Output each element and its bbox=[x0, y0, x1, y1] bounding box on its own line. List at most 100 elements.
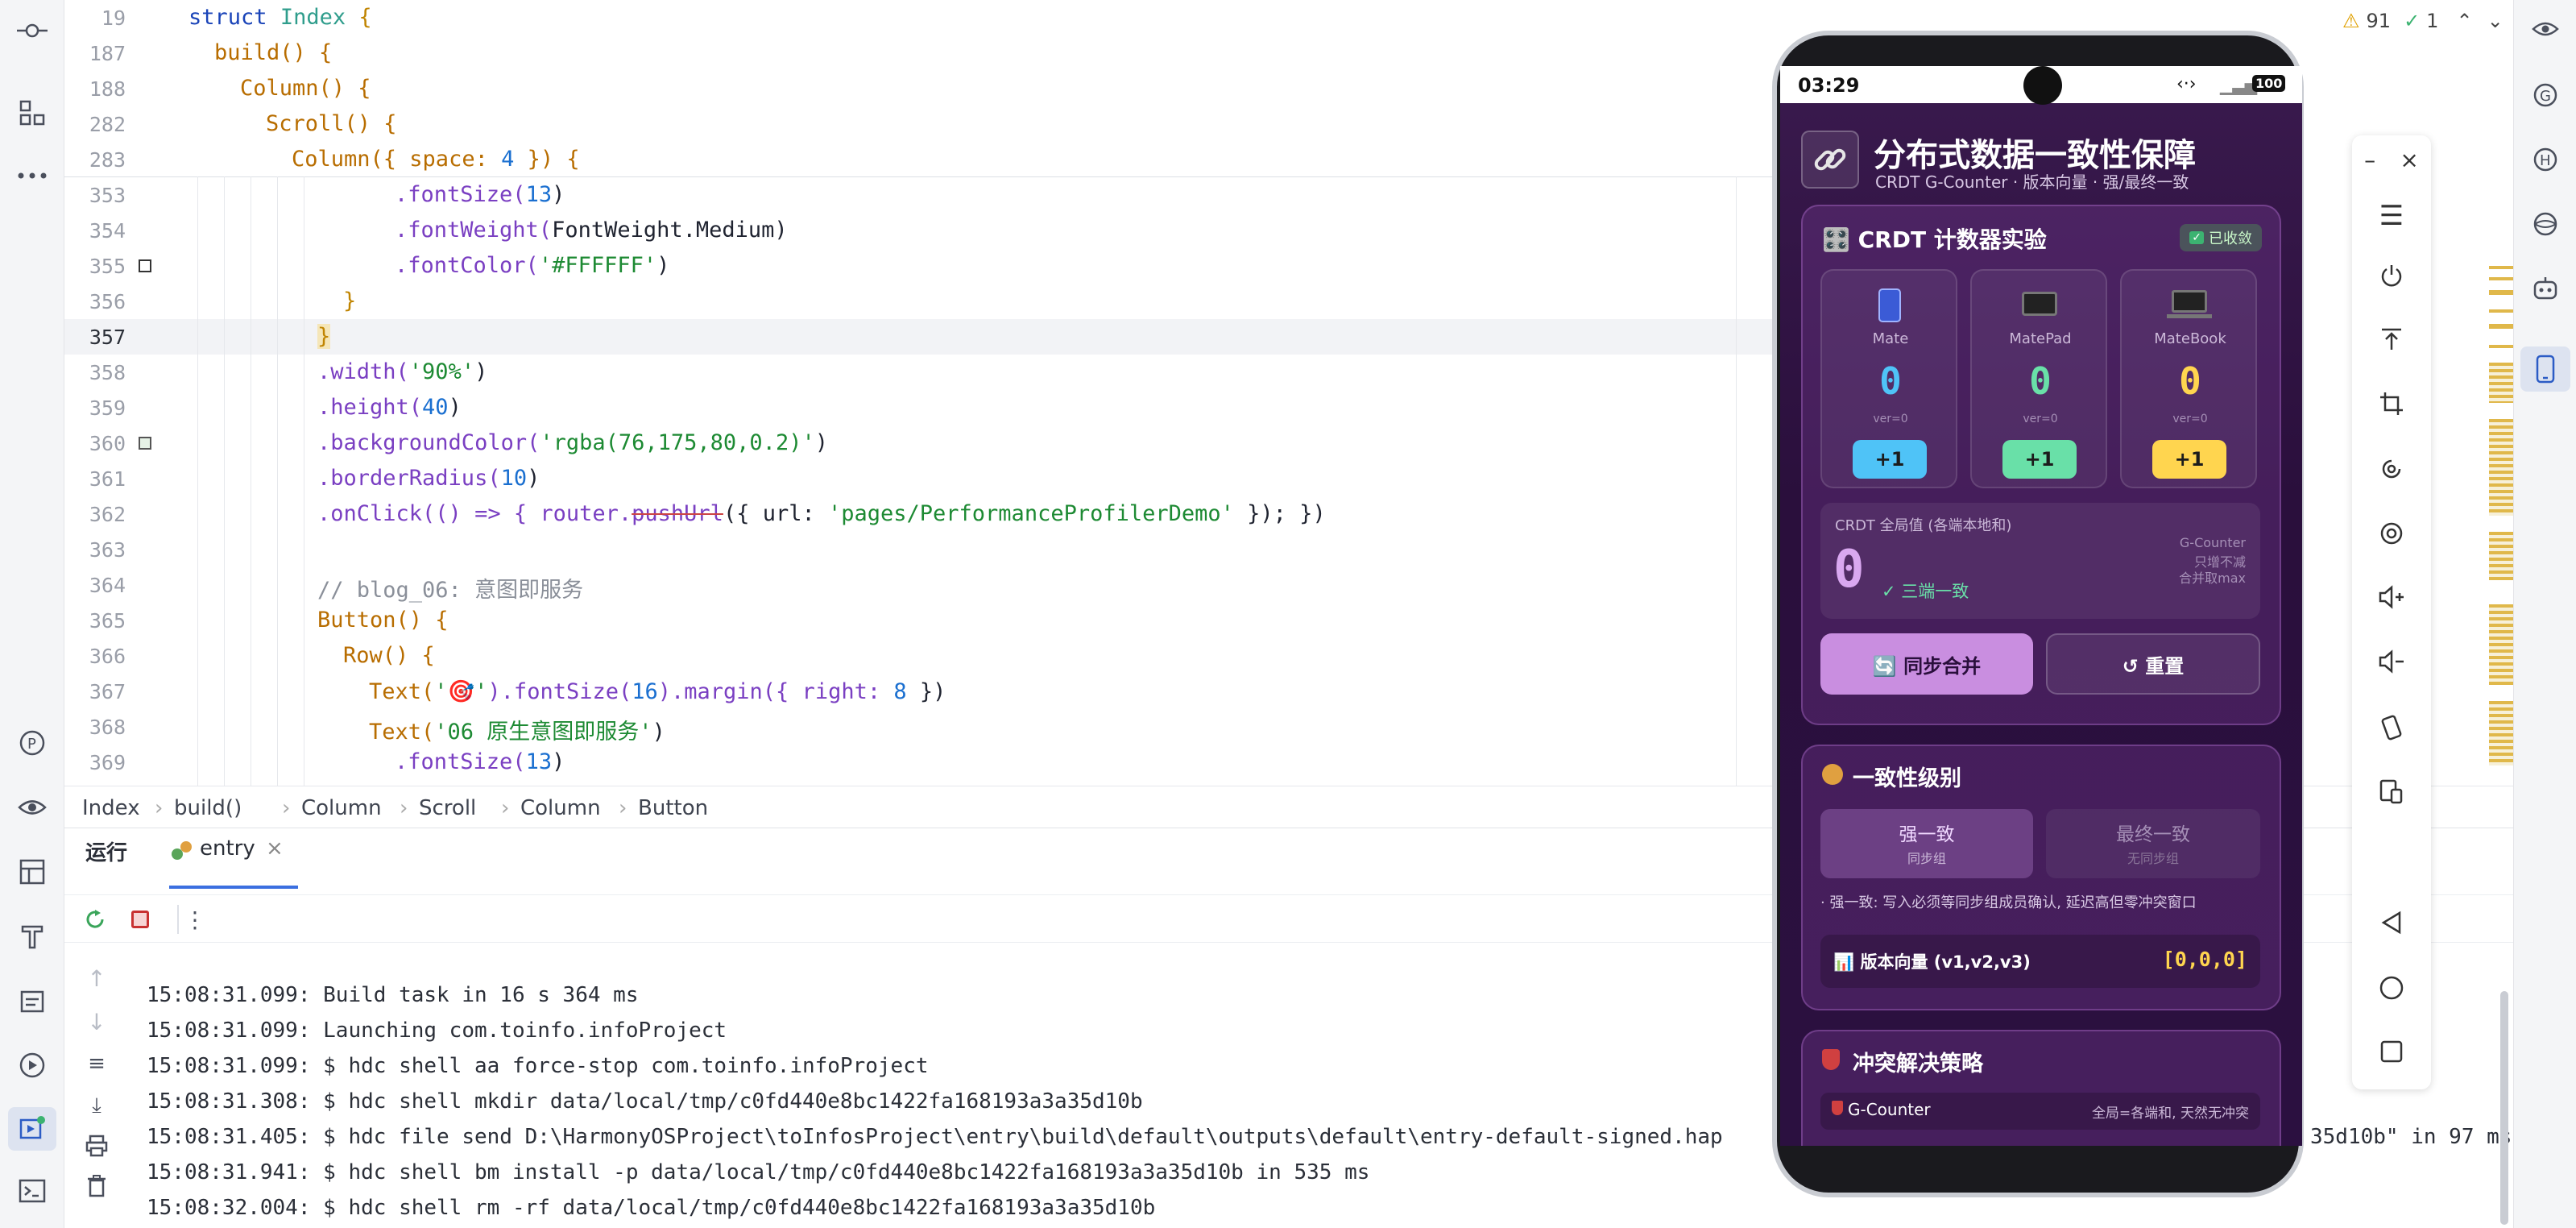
rotate-icon[interactable] bbox=[2352, 456, 2431, 482]
breadcrumb-item[interactable]: Column bbox=[520, 796, 601, 820]
services-icon[interactable] bbox=[11, 1048, 53, 1083]
scroll-up-icon[interactable]: ↑ bbox=[81, 964, 113, 993]
home-icon[interactable] bbox=[2352, 975, 2431, 1001]
svg-text:H: H bbox=[2540, 152, 2551, 169]
line-number: 188 bbox=[89, 77, 126, 101]
line-number: 365 bbox=[89, 609, 126, 633]
crop-icon[interactable] bbox=[2352, 392, 2431, 416]
preview-icon[interactable] bbox=[2524, 13, 2567, 45]
run-tool-icon[interactable] bbox=[8, 1107, 56, 1151]
reset-button[interactable]: ↺ 重置 bbox=[2046, 633, 2260, 695]
conflict-row-label: G-Counter bbox=[1848, 1100, 1931, 1119]
stop-icon[interactable] bbox=[126, 905, 155, 934]
close-icon[interactable]: × bbox=[2400, 147, 2418, 173]
code-token: '06 原生意图即服务' bbox=[434, 720, 652, 745]
structure-icon[interactable] bbox=[11, 95, 53, 131]
device-manager-icon[interactable] bbox=[2520, 346, 2570, 392]
code-token: } bbox=[343, 288, 357, 313]
terminal-icon[interactable] bbox=[11, 1173, 53, 1209]
minimap[interactable] bbox=[2489, 266, 2513, 765]
line-number: 355 bbox=[89, 255, 126, 278]
build-icon[interactable] bbox=[11, 919, 53, 954]
increment-mate-button[interactable]: +1 bbox=[1853, 440, 1927, 479]
breadcrumb-item[interactable]: Scroll bbox=[419, 796, 476, 820]
ok-count: 1 bbox=[2426, 10, 2439, 32]
increment-matebook-button[interactable]: +1 bbox=[2152, 440, 2226, 479]
device-name: Mate bbox=[1872, 330, 1909, 347]
device-counter: 0 bbox=[2029, 359, 2052, 403]
ai-assistant-icon[interactable] bbox=[2524, 271, 2567, 306]
code-token: Text( bbox=[369, 679, 435, 704]
print-icon[interactable] bbox=[81, 1131, 113, 1160]
chevron-down-icon[interactable]: ⌄ bbox=[2487, 10, 2504, 32]
power-icon[interactable] bbox=[2352, 263, 2431, 288]
more-icon[interactable] bbox=[11, 160, 53, 192]
code-token: .fontSize( bbox=[395, 182, 526, 207]
conflict-title: 冲突解决策略 bbox=[1853, 1052, 1983, 1077]
inspect-icon[interactable] bbox=[11, 790, 53, 825]
soft-wrap-icon[interactable]: ≡ bbox=[81, 1049, 113, 1078]
todo-icon[interactable] bbox=[11, 983, 53, 1018]
conflict-row-value: 全局=各端和, 天然无冲突 bbox=[2091, 1106, 2249, 1122]
tab-entry[interactable]: entry bbox=[200, 836, 255, 861]
device-counter: 0 bbox=[1879, 359, 1902, 403]
line-number: 364 bbox=[89, 574, 126, 597]
breadcrumb-item[interactable]: build() bbox=[174, 796, 242, 820]
layout-icon[interactable] bbox=[11, 854, 53, 890]
globe-icon[interactable] bbox=[2524, 206, 2567, 242]
harmony-plugin-icon[interactable]: H bbox=[2524, 142, 2567, 177]
line-number: 362 bbox=[89, 503, 126, 526]
link-icon bbox=[1801, 131, 1859, 189]
shield-icon bbox=[1822, 1049, 1840, 1070]
line-number: 363 bbox=[89, 538, 126, 562]
svg-text:G: G bbox=[2540, 88, 2551, 105]
eventual-consistency-option[interactable]: 最终一致 无同步组 bbox=[2046, 809, 2260, 878]
close-tab-icon[interactable]: × bbox=[266, 836, 284, 861]
right-activity-bar: G H bbox=[2513, 0, 2576, 1228]
scroll-to-end-icon[interactable]: ⤓ bbox=[81, 1091, 113, 1120]
minimize-icon[interactable]: – bbox=[2364, 147, 2375, 173]
breadcrumb-item[interactable]: Index bbox=[82, 796, 140, 820]
profiler-icon[interactable]: P bbox=[11, 725, 53, 761]
code-token: }) bbox=[906, 679, 946, 704]
back-icon[interactable] bbox=[2352, 911, 2431, 935]
volume-up-icon[interactable] bbox=[2352, 585, 2431, 609]
code-token: 'rgba(76,175,80,0.2)' bbox=[540, 430, 815, 455]
laptop-device-icon bbox=[2172, 290, 2207, 313]
warning-icon: ⚠ bbox=[2342, 10, 2360, 32]
g-plugin-icon[interactable]: G bbox=[2524, 77, 2567, 113]
strong-consistency-option[interactable]: 强一致 同步组 bbox=[1820, 809, 2033, 878]
menu-icon[interactable]: ☰ bbox=[2352, 200, 2431, 232]
rotate-device-icon[interactable] bbox=[2352, 714, 2431, 741]
rerun-icon[interactable] bbox=[81, 905, 110, 934]
recents-icon[interactable] bbox=[2352, 1039, 2431, 1064]
code-token: '#FFFFFF' bbox=[538, 253, 657, 278]
line-number: 367 bbox=[89, 680, 126, 703]
device-name: MateBook bbox=[2154, 330, 2226, 347]
sync-merge-button[interactable]: 🔄 同步合并 bbox=[1820, 633, 2033, 695]
increment-matepad-button[interactable]: +1 bbox=[2002, 440, 2077, 479]
code-token: ) bbox=[448, 395, 462, 420]
color-swatch-icon[interactable] bbox=[139, 437, 151, 450]
tab-run[interactable]: 运行 bbox=[85, 836, 127, 866]
phone-screen[interactable]: 03:29 ‹·› ▁▃▅ 100 分布式数据一致性保障 CRDT G-Coun… bbox=[1780, 66, 2302, 1146]
chevron-up-icon[interactable]: ⌃ bbox=[2456, 10, 2472, 32]
volume-down-icon[interactable] bbox=[2352, 649, 2431, 674]
commit-icon[interactable] bbox=[11, 15, 53, 47]
problems-indicator[interactable]: ⚠ 91 ✓ 1 ⌃ ⌄ bbox=[2342, 8, 2504, 34]
screenshot-icon[interactable] bbox=[2352, 521, 2431, 546]
line-number: 359 bbox=[89, 396, 126, 420]
color-swatch-icon[interactable] bbox=[139, 259, 151, 272]
code-token: ) bbox=[474, 359, 488, 384]
multi-device-icon[interactable] bbox=[2352, 778, 2431, 804]
breadcrumb-item[interactable]: Column bbox=[301, 796, 382, 820]
console-scrollbar[interactable] bbox=[2500, 991, 2508, 1225]
scroll-down-icon[interactable]: ↓ bbox=[81, 1007, 113, 1036]
more-options-icon[interactable]: ⋮ bbox=[180, 905, 209, 934]
trash-icon[interactable] bbox=[81, 1172, 113, 1201]
breadcrumb-item[interactable]: Button bbox=[638, 796, 708, 820]
code-token: 16 bbox=[632, 679, 658, 704]
line-number: 361 bbox=[89, 467, 126, 491]
code-token: Text( bbox=[369, 720, 435, 745]
top-icon[interactable] bbox=[2352, 327, 2431, 351]
